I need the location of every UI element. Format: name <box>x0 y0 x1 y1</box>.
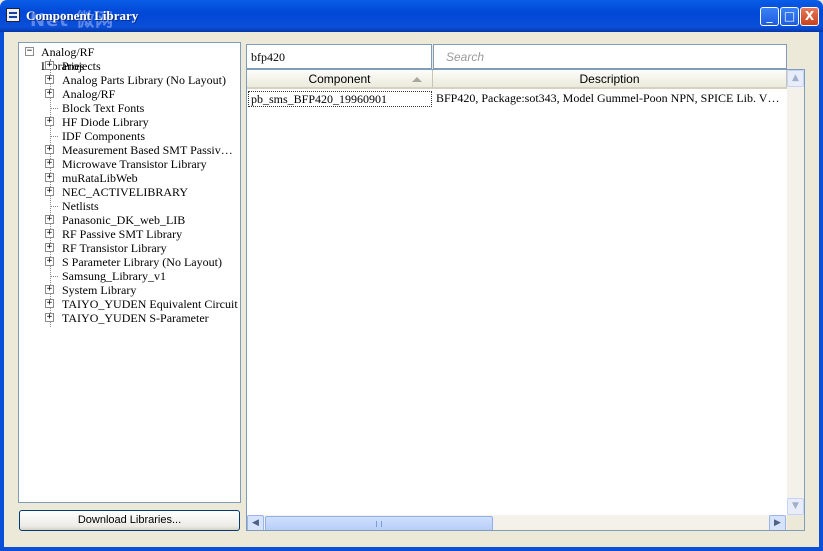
vertical-scrollbar[interactable]: ▲ ▼ <box>787 70 804 515</box>
close-button[interactable]: X <box>800 7 819 26</box>
column-header-component[interactable]: Component <box>247 70 433 89</box>
expand-icon[interactable]: + <box>45 75 54 84</box>
sort-ascending-icon <box>412 77 422 82</box>
tree-item-label[interactable]: Measurement Based SMT Passiv… <box>62 143 233 157</box>
scrollbar-corner <box>787 515 804 530</box>
maximize-button[interactable]: □ <box>780 7 799 26</box>
window-title: Component Library <box>26 8 139 23</box>
tree-item-label[interactable]: muRataLibWeb <box>62 171 138 185</box>
grip-icon <box>376 521 382 527</box>
tree-item-label[interactable]: TAIYO_YUDEN Equivalent Circuit <box>62 297 238 311</box>
scroll-right-button[interactable]: ▶ <box>769 515 786 530</box>
horizontal-scrollbar[interactable]: ◀ ▶ <box>247 515 787 530</box>
tree-item-label[interactable]: Block Text Fonts <box>62 101 144 115</box>
tree-item-label[interactable]: Panasonic_DK_web_LIB <box>62 213 185 227</box>
tree-item-label[interactable]: Netlists <box>62 199 99 213</box>
expand-icon[interactable]: + <box>45 229 54 238</box>
tree-item-label[interactable]: Analog Parts Library (No Layout) <box>62 73 226 87</box>
expand-icon[interactable]: + <box>45 61 54 70</box>
tree-connector <box>50 276 58 277</box>
component-filter-input[interactable]: bfp420 <box>246 44 432 69</box>
expand-icon[interactable]: + <box>45 89 54 98</box>
app-icon <box>6 8 20 22</box>
minimize-button[interactable]: _ <box>760 7 779 26</box>
expand-icon[interactable]: + <box>45 159 54 168</box>
expand-icon[interactable]: + <box>45 215 54 224</box>
expand-icon[interactable]: + <box>45 173 54 182</box>
tree-item-label[interactable]: Samsung_Library_v1 <box>62 269 166 283</box>
tree-item-label[interactable]: Microwave Transistor Library <box>62 157 207 171</box>
expand-icon[interactable]: + <box>45 299 54 308</box>
tree-connector <box>50 108 58 109</box>
component-table[interactable]: Component Description pb_sms_BFP420_1996… <box>246 69 805 531</box>
tree-item-label[interactable]: Projects <box>62 59 101 73</box>
column-header-component-label: Component <box>308 72 371 86</box>
download-libraries-button[interactable]: Download Libraries... <box>19 510 240 531</box>
column-header-description-label: Description <box>579 72 640 86</box>
expand-icon[interactable]: + <box>45 187 54 196</box>
column-header-description[interactable]: Description <box>433 70 787 89</box>
table-cell-description[interactable]: BFP420, Package:sot343, Model Gummel-Poo… <box>435 91 787 107</box>
tree-item-label[interactable]: System Library <box>62 283 136 297</box>
expand-icon[interactable]: + <box>45 313 54 322</box>
tree-item-label[interactable]: HF Diode Library <box>62 115 149 129</box>
scroll-up-button[interactable]: ▲ <box>787 70 804 87</box>
tree-item-label[interactable]: RF Passive SMT Library <box>62 227 182 241</box>
collapse-icon[interactable]: − <box>25 47 34 56</box>
tree-item-label[interactable]: IDF Components <box>62 129 145 143</box>
library-tree[interactable]: − Analog/RF Libraries + Projects + Analog P… <box>18 42 241 503</box>
tree-item-label[interactable]: Analog/RF <box>62 87 115 101</box>
table-cell-component[interactable]: pb_sms_BFP420_19960901 <box>248 91 432 107</box>
expand-icon[interactable]: + <box>45 145 54 154</box>
scroll-down-button[interactable]: ▼ <box>787 498 804 515</box>
title-bar[interactable]: Net 微网 Component Library _ □ X <box>0 0 823 32</box>
tree-item-label[interactable]: RF Transistor Library <box>62 241 167 255</box>
tree-item-label[interactable]: NEC_ACTIVELIBRARY <box>62 185 188 199</box>
expand-icon[interactable]: + <box>45 117 54 126</box>
tree-connector <box>50 206 58 207</box>
search-input[interactable]: Search <box>433 44 787 69</box>
tree-connector <box>50 136 58 137</box>
expand-icon[interactable]: + <box>45 285 54 294</box>
scroll-left-button[interactable]: ◀ <box>247 515 264 530</box>
expand-icon[interactable]: + <box>45 257 54 266</box>
expand-icon[interactable]: + <box>45 243 54 252</box>
horizontal-scroll-thumb[interactable] <box>265 516 493 530</box>
tree-item-label[interactable]: TAIYO_YUDEN S-Parameter <box>62 311 209 325</box>
tree-item-label[interactable]: S Parameter Library (No Layout) <box>62 255 222 269</box>
